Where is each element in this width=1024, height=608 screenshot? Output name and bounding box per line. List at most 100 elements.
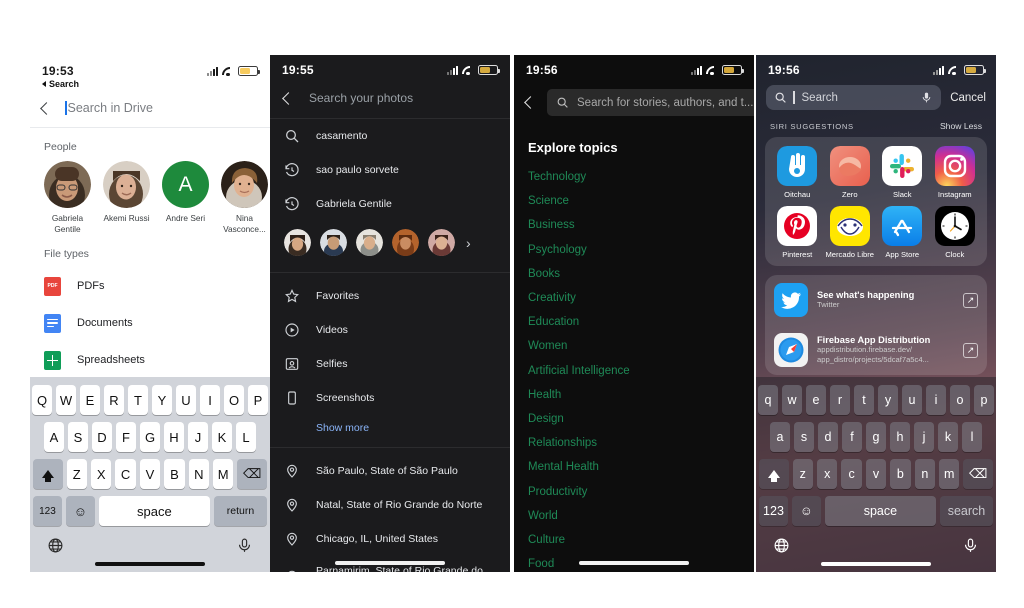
app-tile-oitchau[interactable]: Oitchau	[772, 146, 822, 199]
photos-place-row[interactable]: São Paulo, State of São Paulo	[270, 454, 510, 488]
back-chevron-icon[interactable]	[524, 96, 537, 109]
filetype-row-spreadsheets[interactable]: Spreadsheets	[30, 342, 270, 379]
topic-item[interactable]: Culture	[514, 528, 754, 552]
app-tile-zero[interactable]: Zero	[825, 146, 875, 199]
person-chip[interactable]: A Andre Seri	[162, 161, 209, 235]
face-avatar[interactable]	[356, 229, 383, 256]
key-e[interactable]: E	[80, 385, 100, 415]
microphone-icon[interactable]	[236, 537, 253, 554]
key-u[interactable]: u	[902, 385, 922, 415]
app-tile-appstore[interactable]: App Store	[877, 206, 927, 259]
backspace-key[interactable]: ⌫	[963, 459, 993, 489]
onscreen-keyboard[interactable]: q w e r t y u i o p a s d f g h j k l z …	[756, 377, 996, 572]
key-i[interactable]: i	[926, 385, 946, 415]
key-s[interactable]: S	[68, 422, 88, 452]
key-c[interactable]: C	[115, 459, 136, 489]
key-h[interactable]: H	[164, 422, 184, 452]
key-l[interactable]: l	[962, 422, 982, 452]
key-y[interactable]: Y	[152, 385, 172, 415]
key-o[interactable]: O	[224, 385, 244, 415]
key-m[interactable]: M	[213, 459, 234, 489]
topic-item[interactable]: Psychology	[514, 238, 754, 262]
key-a[interactable]: A	[44, 422, 64, 452]
person-chip[interactable]: Nina Vasconce...	[221, 161, 268, 235]
photos-place-row[interactable]: Natal, State of Rio Grande do Norte	[270, 488, 510, 522]
key-j[interactable]: J	[188, 422, 208, 452]
photos-category-screenshots[interactable]: Screenshots	[270, 381, 510, 415]
key-v[interactable]: V	[139, 459, 161, 489]
suggestion-row-firebase[interactable]: Firebase App Distribution appdistributio…	[765, 325, 987, 375]
onscreen-keyboard[interactable]: Q W E R T Y U I O P A S D F G H J K L Z …	[30, 377, 270, 572]
key-d[interactable]: d	[818, 422, 838, 452]
numbers-key[interactable]: 123	[33, 496, 62, 526]
key-f[interactable]: f	[842, 422, 862, 452]
microphone-icon[interactable]	[920, 91, 933, 104]
key-q[interactable]: Q	[32, 385, 52, 415]
topic-item[interactable]: Relationships	[514, 431, 754, 455]
return-key[interactable]: return	[213, 496, 267, 526]
key-b[interactable]: b	[890, 459, 911, 489]
key-o[interactable]: o	[950, 385, 970, 415]
globe-icon[interactable]	[47, 537, 64, 554]
topic-item[interactable]: Science	[514, 189, 754, 213]
cancel-button[interactable]: Cancel	[950, 92, 986, 104]
key-a[interactable]: a	[770, 422, 790, 452]
topic-item[interactable]: Creativity	[514, 286, 754, 310]
photos-category-videos[interactable]: Videos	[270, 313, 510, 347]
key-u[interactable]: U	[176, 385, 196, 415]
suggestion-row-twitter[interactable]: See what's happening Twitter ↗	[765, 275, 987, 325]
open-external-icon[interactable]: ↗	[963, 342, 978, 358]
key-s[interactable]: s	[794, 422, 814, 452]
person-chip[interactable]: Akemi Russi	[103, 161, 150, 235]
key-y[interactable]: y	[878, 385, 898, 415]
medium-search-input[interactable]: Search for stories, authors, and t...	[547, 89, 754, 116]
key-b[interactable]: B	[164, 459, 185, 489]
show-more-categories-link[interactable]: Show more	[270, 415, 510, 441]
key-c[interactable]: c	[841, 459, 862, 489]
face-avatar[interactable]	[392, 229, 419, 256]
face-cluster-row[interactable]: ›	[270, 221, 510, 266]
shift-key[interactable]	[33, 459, 63, 489]
topic-item[interactable]: World	[514, 504, 754, 528]
photos-place-row[interactable]: Chicago, IL, United States	[270, 522, 510, 556]
emoji-key[interactable]: ☺	[65, 496, 95, 526]
key-p[interactable]: p	[974, 385, 994, 415]
key-h[interactable]: h	[890, 422, 910, 452]
back-chevron-icon[interactable]	[40, 101, 53, 115]
app-tile-clock[interactable]: Clock	[930, 206, 980, 259]
key-r[interactable]: r	[830, 385, 850, 415]
photos-search-bar[interactable]: Search your photos	[270, 81, 510, 119]
emoji-key[interactable]: ☺	[791, 496, 821, 526]
face-avatar[interactable]	[428, 229, 455, 256]
key-x[interactable]: x	[816, 459, 838, 489]
key-p[interactable]: P	[248, 385, 268, 415]
key-e[interactable]: e	[806, 385, 826, 415]
key-i[interactable]: I	[200, 385, 220, 415]
topic-item[interactable]: Women	[514, 334, 754, 358]
key-x[interactable]: X	[90, 459, 112, 489]
key-k[interactable]: K	[212, 422, 232, 452]
space-key[interactable]: space	[98, 496, 210, 526]
topic-item[interactable]: Business	[514, 213, 754, 237]
key-q[interactable]: q	[758, 385, 778, 415]
topic-item[interactable]: Health	[514, 383, 754, 407]
filetype-row-pdfs[interactable]: PDF PDFs	[30, 268, 270, 305]
key-n[interactable]: n	[914, 459, 936, 489]
key-z[interactable]: Z	[66, 459, 87, 489]
key-f[interactable]: F	[116, 422, 136, 452]
search-key[interactable]: search	[939, 496, 993, 526]
back-chevron-icon[interactable]	[282, 91, 295, 105]
topic-item[interactable]: Books	[514, 262, 754, 286]
key-r[interactable]: R	[104, 385, 124, 415]
people-list[interactable]: Gabriela Gentile Akemi Russi A Andre Ser…	[30, 161, 270, 235]
app-tile-pinterest[interactable]: Pinterest	[772, 206, 822, 259]
key-v[interactable]: v	[865, 459, 887, 489]
drive-search-input[interactable]: Search in Drive	[65, 101, 256, 115]
key-d[interactable]: D	[92, 422, 112, 452]
key-m[interactable]: m	[939, 459, 960, 489]
photos-suggestion-row[interactable]: Gabriela Gentile	[270, 187, 510, 221]
shift-key[interactable]	[759, 459, 789, 489]
key-w[interactable]: w	[782, 385, 802, 415]
key-n[interactable]: N	[188, 459, 210, 489]
topic-item[interactable]: Productivity	[514, 479, 754, 503]
